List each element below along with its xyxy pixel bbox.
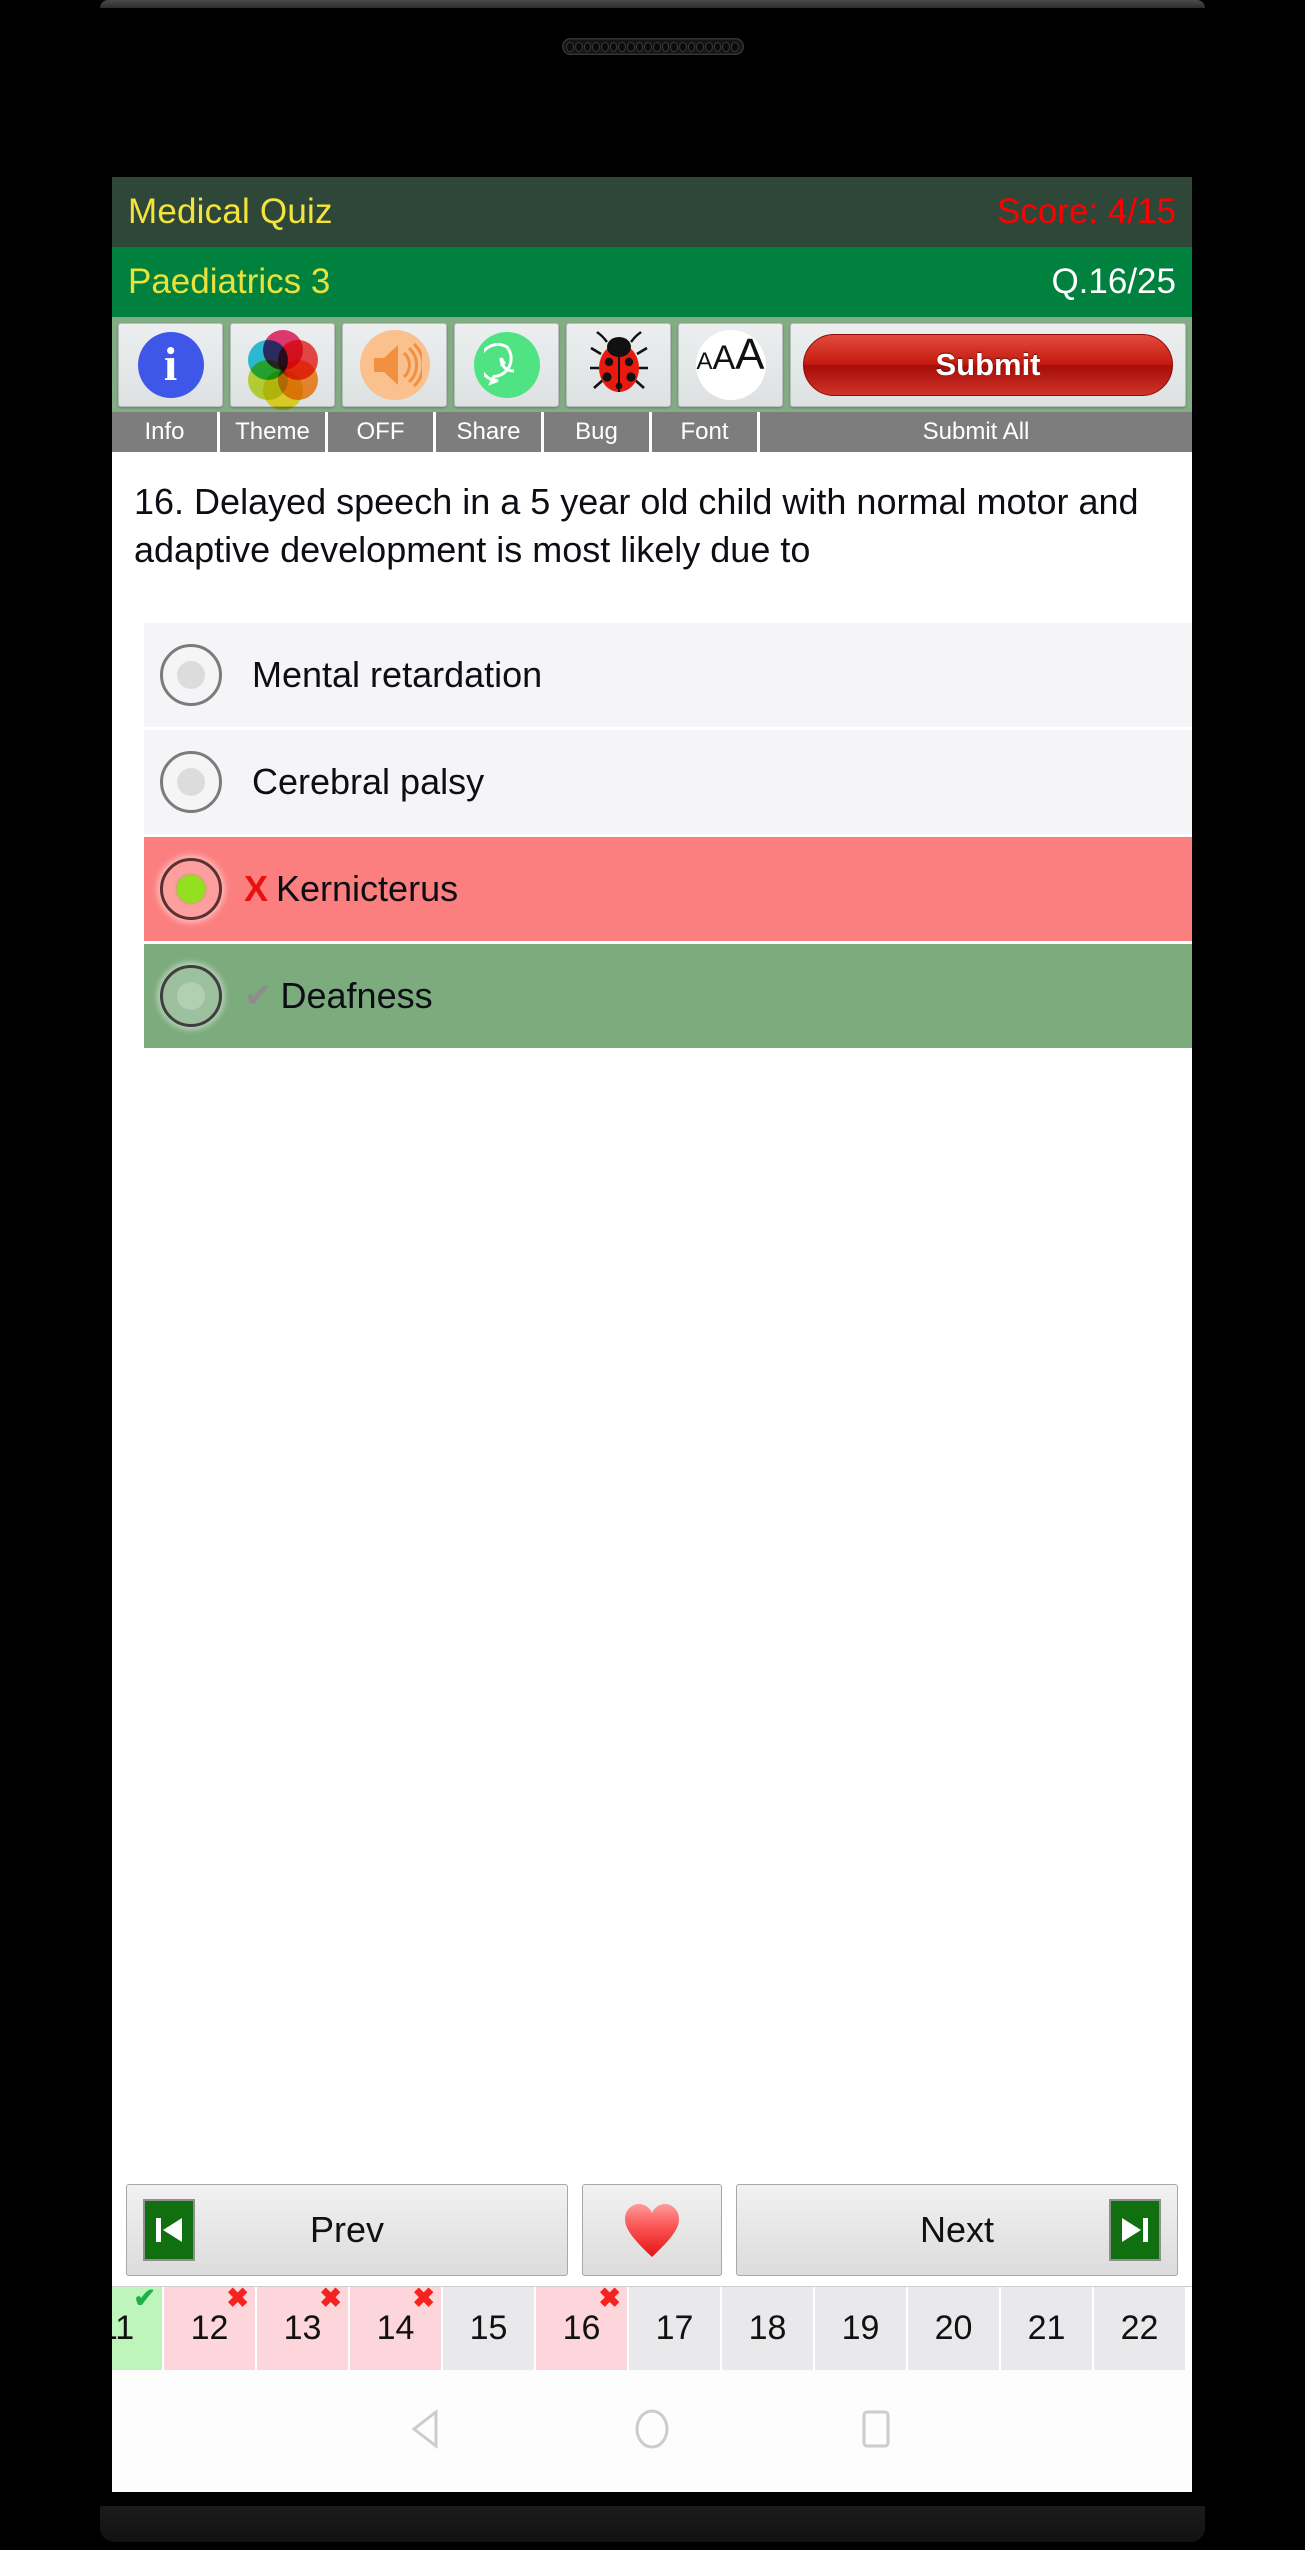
heart-icon (621, 2199, 683, 2261)
wrong-badge: ✖ (412, 2286, 435, 2313)
toolbar: i A A A Submit (112, 317, 1192, 412)
option-row[interactable]: Cerebral palsy (144, 730, 1192, 835)
correct-answer-mark: ✔ (244, 977, 273, 1016)
toolbar-label-bug[interactable]: Bug (544, 412, 649, 452)
info-icon: i (137, 332, 204, 398)
font-size-icon: AAA (695, 330, 766, 400)
question-number-cell[interactable]: 15 (443, 2287, 536, 2370)
favourite-button[interactable] (582, 2184, 722, 2276)
question-number: 20 (934, 2309, 973, 2347)
radio-button-selected[interactable] (160, 858, 222, 921)
subject-bar: Paediatrics 3 Q.16/25 (112, 247, 1192, 317)
question-number-cell[interactable]: 18 (722, 2287, 815, 2370)
skip-previous-icon (143, 2199, 195, 2261)
home-circle-icon[interactable] (629, 2406, 675, 2457)
skip-next-icon (1109, 2199, 1161, 2261)
phone-device-frame: Medical Quiz Score: 4/15 Paediatrics 3 Q… (0, 0, 1305, 2550)
back-triangle-icon[interactable] (405, 2406, 451, 2457)
submit-label: Submit (802, 334, 1174, 396)
font-size-button[interactable]: AAA (678, 323, 783, 407)
subject-title: Paediatrics 3 (128, 262, 331, 301)
question-number-cell[interactable]: 20 (908, 2287, 1001, 2370)
font-large-a: A (735, 330, 765, 379)
whatsapp-share-icon (473, 332, 540, 398)
font-small-a: A (696, 348, 713, 375)
ladybug-icon (587, 330, 651, 401)
radio-button[interactable] (160, 644, 222, 707)
next-label: Next (919, 2209, 995, 2250)
question-number: 15 (469, 2309, 508, 2347)
question-number-cell[interactable]: 17 (629, 2287, 722, 2370)
wrong-badge: ✖ (319, 2286, 342, 2313)
question-number: 11 (112, 2309, 135, 2347)
device-top-bezel (100, 0, 1205, 8)
share-button[interactable] (454, 323, 559, 407)
question-number-strip: ✖ 10 ✔ 11 ✖ 12 ✖ 13 ✖ 14 (112, 2286, 1192, 2370)
wrong-badge: ✖ (598, 2286, 621, 2313)
theme-button[interactable] (230, 323, 335, 410)
question-number: 17 (655, 2309, 694, 2347)
info-button[interactable]: i (118, 323, 223, 407)
submit-button[interactable]: Submit (790, 323, 1186, 407)
bug-report-button[interactable] (566, 323, 671, 407)
question-text: 16. Delayed speech in a 5 year old child… (134, 481, 1139, 570)
device-bottom-bezel (100, 2506, 1205, 2542)
question-number: 14 (376, 2309, 415, 2347)
wrong-answer-mark: X (244, 868, 269, 910)
navigation-row: Prev Next (112, 2176, 1192, 2286)
radio-button[interactable] (160, 965, 222, 1028)
question-number: 19 (841, 2309, 880, 2347)
toolbar-label-info[interactable]: Info (112, 412, 217, 452)
question-number-cell[interactable]: 21 (1001, 2287, 1094, 2370)
next-button[interactable]: Next (736, 2184, 1178, 2276)
color-palette-icon (247, 330, 318, 410)
option-row[interactable]: ✔ Deafness (144, 944, 1192, 1049)
prev-button[interactable]: Prev (126, 2184, 568, 2276)
option-row[interactable]: X Kernicterus (144, 837, 1192, 942)
options-list: Mental retardation Cerebral palsy X Kern… (112, 623, 1192, 1049)
toolbar-label-theme[interactable]: Theme (220, 412, 325, 452)
earpiece-speaker-grille (561, 38, 744, 55)
toolbar-label-off[interactable]: OFF (328, 412, 433, 452)
question-number-cell[interactable]: 22 (1094, 2287, 1187, 2370)
question-number: 16 (562, 2309, 601, 2347)
option-label: Deafness (280, 975, 433, 1017)
correct-badge: ✔ (133, 2286, 156, 2313)
toolbar-label-strip: Info Theme OFF Share Bug Font Submit All (112, 412, 1192, 452)
question-number: 22 (1120, 2309, 1159, 2347)
score-display: Score: 4/15 (997, 192, 1176, 231)
question-number: 21 (1027, 2309, 1066, 2347)
app-title: Medical Quiz (128, 192, 333, 231)
question-number-cell[interactable]: ✔ 11 (112, 2287, 164, 2370)
font-medium-a: A (712, 339, 736, 377)
toolbar-label-font[interactable]: Font (652, 412, 757, 452)
question-counter: Q.16/25 (1051, 262, 1176, 301)
bottom-bar: Prev Next ✔ 1 ✖ 12 ✖ 13 ✖ 14 15 ✖ 16 17 … (112, 2176, 1192, 2492)
speaker-sound-icon (359, 330, 430, 400)
question-number-cell[interactable]: ✖ 12 (164, 2287, 257, 2370)
prev-label: Prev (309, 2209, 385, 2250)
question-number-cell-current[interactable]: ✖ 16 (536, 2287, 629, 2370)
toolbar-label-share[interactable]: Share (436, 412, 541, 452)
option-label: Cerebral palsy (252, 761, 485, 803)
android-navigation-bar (112, 2370, 1192, 2492)
toolbar-label-submit-all[interactable]: Submit All (760, 412, 1192, 452)
sound-toggle-button[interactable] (342, 323, 447, 407)
question-number: 13 (283, 2309, 322, 2347)
question-number: 18 (748, 2309, 787, 2347)
recents-square-icon[interactable] (853, 2406, 899, 2457)
option-label: Kernicterus (276, 868, 459, 910)
question-number: 12 (190, 2309, 229, 2347)
question-number-cell[interactable]: ✖ 13 (257, 2287, 350, 2370)
title-bar: Medical Quiz Score: 4/15 (112, 177, 1192, 247)
option-row[interactable]: Mental retardation (144, 623, 1192, 728)
app-screen: Medical Quiz Score: 4/15 Paediatrics 3 Q… (112, 177, 1192, 2492)
wrong-badge: ✖ (226, 2286, 249, 2313)
option-label: Mental retardation (252, 654, 543, 696)
radio-button[interactable] (160, 751, 222, 814)
question-number-cell[interactable]: ✖ 14 (350, 2287, 443, 2370)
question-number-cell[interactable]: 19 (815, 2287, 908, 2370)
